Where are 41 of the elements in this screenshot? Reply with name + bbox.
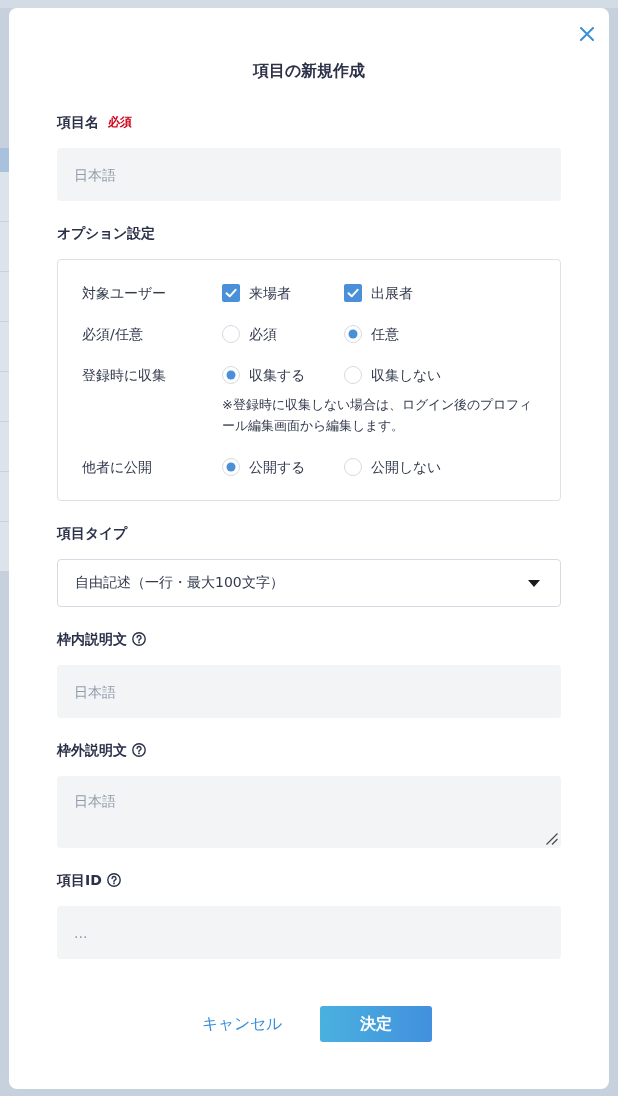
checkbox-label[interactable]: 来場者 <box>249 283 291 303</box>
textarea-field[interactable]: 日本語 <box>57 776 561 848</box>
radio-button[interactable] <box>222 366 240 384</box>
radio-button[interactable] <box>344 366 362 384</box>
option-label: 登録時に収集 <box>82 366 167 385</box>
field-label: 項目ID <box>57 871 102 890</box>
radio-label[interactable]: 収集しない <box>371 365 441 385</box>
radio-label[interactable]: 任意 <box>371 324 399 344</box>
field-label: 枠外説明文 <box>57 741 127 760</box>
radio-button[interactable] <box>344 325 362 343</box>
radio-button[interactable] <box>344 458 362 476</box>
checkbox[interactable] <box>222 284 240 302</box>
cancel-button[interactable]: キャンセル <box>186 1006 298 1042</box>
note-text: ※登録時に収集しない場合は、ログイン後のプロフィール編集画面から編集します。 <box>222 396 533 435</box>
resize-grip-icon[interactable] <box>546 833 558 845</box>
text-field[interactable]: 日本語 <box>57 148 561 201</box>
checkbox-label[interactable]: 出展者 <box>371 283 413 303</box>
text-field[interactable]: 日本語 <box>57 665 561 718</box>
required-label: 必須 <box>108 114 132 130</box>
caret-down-icon <box>528 579 540 587</box>
help-icon[interactable] <box>132 743 146 757</box>
help-icon[interactable] <box>106 873 121 887</box>
dialog-title: 項目の新規作成 <box>252 61 366 81</box>
radio-label[interactable]: 公開しない <box>371 457 441 477</box>
radio-button[interactable] <box>222 458 240 476</box>
option-label: 他者に公開 <box>82 458 153 477</box>
field-label: オプション設定 <box>57 224 155 243</box>
checkbox[interactable] <box>344 284 362 302</box>
radio-label[interactable]: 公開する <box>249 457 305 477</box>
field-label: 項目名 <box>57 113 99 132</box>
field-label: 枠内説明文 <box>57 630 127 649</box>
option-label: 対象ユーザー <box>82 284 167 303</box>
radio-label[interactable]: 必須 <box>249 324 277 344</box>
close-icon[interactable] <box>580 27 594 41</box>
field-label: 項目タイプ <box>57 524 127 543</box>
radio-button[interactable] <box>222 325 240 343</box>
dropdown[interactable]: 自由記述（一行・最大100文字） <box>57 559 561 607</box>
option-label: 必須/任意 <box>82 325 144 344</box>
text-field[interactable]: ... <box>57 906 561 959</box>
radio-label[interactable]: 収集する <box>249 365 305 385</box>
help-icon[interactable] <box>132 632 146 646</box>
